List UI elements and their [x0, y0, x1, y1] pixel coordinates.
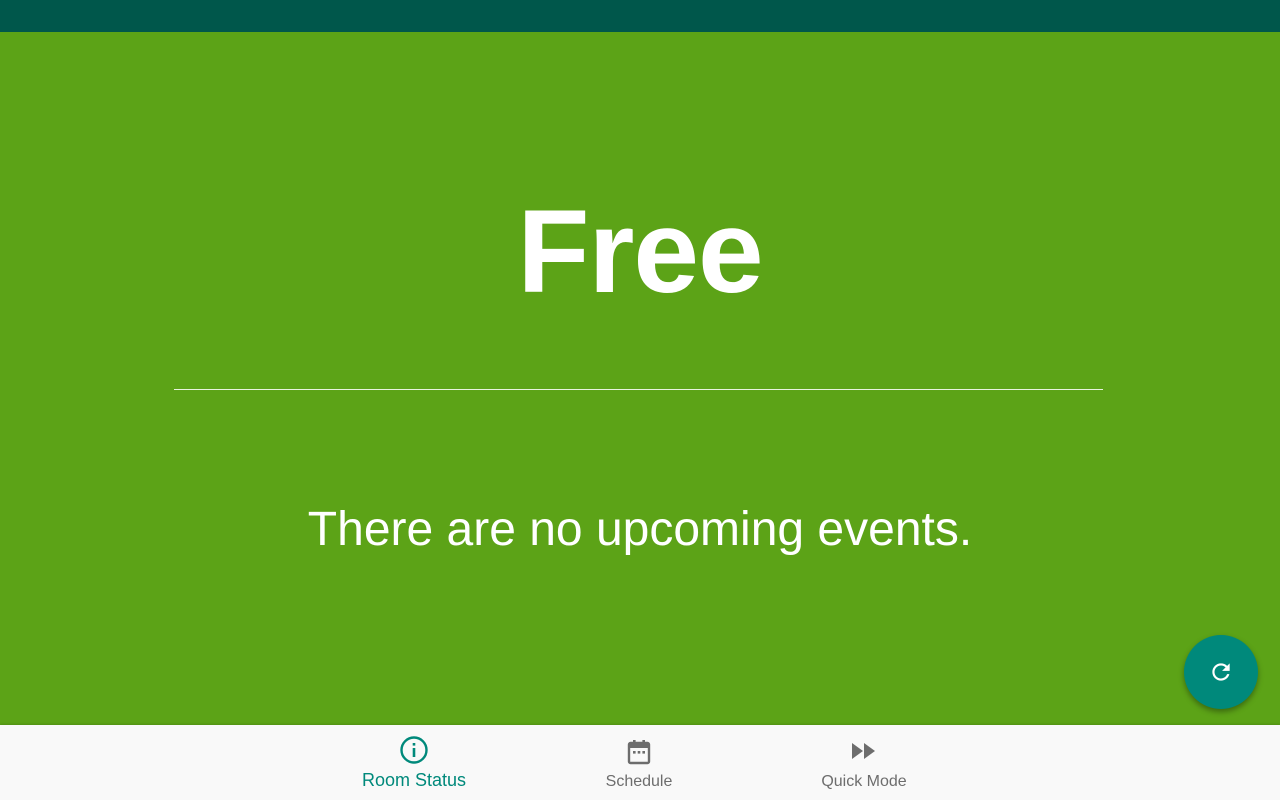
- upcoming-events-message: There are no upcoming events.: [307, 503, 973, 556]
- system-status-bar: [0, 0, 1280, 32]
- room-status-title: Free: [517, 186, 763, 318]
- nav-item-label: Schedule: [605, 773, 673, 790]
- nav-item-schedule[interactable]: Schedule: [549, 725, 729, 800]
- bottom-navigation: Room Status Schedule Quick Mode: [0, 725, 1280, 800]
- nav-item-label: Room Status: [361, 770, 467, 790]
- refresh-icon: [1212, 663, 1230, 681]
- nav-item-label: Quick Mode: [821, 773, 907, 790]
- refresh-button[interactable]: [1184, 635, 1258, 709]
- fast-forward-icon: [852, 743, 875, 759]
- nav-item-quick-mode[interactable]: Quick Mode: [774, 725, 954, 800]
- room-status-panel: Free There are no upcoming events.: [0, 32, 1280, 725]
- divider: [174, 389, 1103, 390]
- info-icon: [400, 736, 428, 764]
- nav-item-room-status[interactable]: Room Status: [324, 725, 504, 800]
- calendar-icon: [627, 740, 651, 765]
